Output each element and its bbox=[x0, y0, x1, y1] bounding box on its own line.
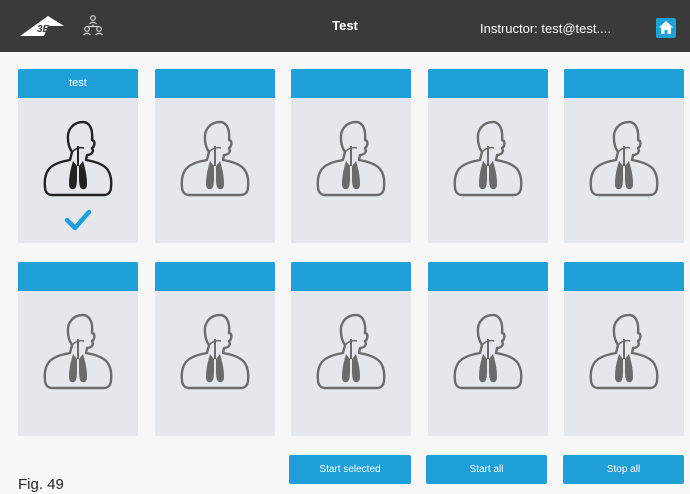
station-card[interactable] bbox=[291, 262, 411, 436]
manikin-lungs-icon bbox=[43, 120, 113, 197]
station-card[interactable] bbox=[564, 69, 684, 243]
manikin-lungs-icon bbox=[589, 313, 659, 390]
manikin-lungs-icon bbox=[180, 313, 250, 390]
station-card[interactable] bbox=[155, 69, 275, 243]
station-body bbox=[428, 291, 548, 436]
station-label bbox=[291, 262, 411, 291]
station-label bbox=[291, 69, 411, 98]
station-body bbox=[291, 291, 411, 436]
station-label bbox=[428, 262, 548, 291]
instructor-label[interactable]: Instructor: test@test.... bbox=[480, 21, 611, 36]
station-label bbox=[564, 262, 684, 291]
stop-all-button[interactable]: Stop all bbox=[563, 455, 684, 484]
checkmark-icon bbox=[64, 209, 92, 231]
station-label bbox=[564, 69, 684, 98]
station-card[interactable] bbox=[155, 262, 275, 436]
station-body bbox=[18, 291, 138, 436]
start-selected-button[interactable]: Start selected bbox=[289, 455, 411, 484]
manikin-lungs-icon bbox=[316, 313, 386, 390]
manikin-lungs-icon bbox=[453, 313, 523, 390]
figure-caption: Fig. 49 bbox=[18, 476, 64, 493]
station-card[interactable] bbox=[564, 262, 684, 436]
station-card[interactable]: test bbox=[18, 69, 138, 243]
station-body bbox=[155, 291, 275, 436]
manikin-lungs-icon bbox=[180, 120, 250, 197]
station-body bbox=[155, 98, 275, 243]
station-label bbox=[428, 69, 548, 98]
station-body bbox=[18, 98, 138, 243]
station-body bbox=[428, 98, 548, 243]
station-card[interactable] bbox=[428, 69, 548, 243]
station-label bbox=[155, 69, 275, 98]
top-bar: 3B Test Instructor: test@test.... bbox=[0, 0, 690, 52]
manikin-lungs-icon bbox=[453, 120, 523, 197]
station-body bbox=[291, 98, 411, 243]
station-body bbox=[564, 98, 684, 243]
home-icon bbox=[659, 21, 673, 34]
start-all-button[interactable]: Start all bbox=[426, 455, 547, 484]
station-label bbox=[155, 262, 275, 291]
manikin-lungs-icon bbox=[589, 120, 659, 197]
station-label: test bbox=[18, 69, 138, 98]
station-card[interactable] bbox=[18, 262, 138, 436]
home-button[interactable] bbox=[656, 18, 676, 38]
station-body bbox=[564, 291, 684, 436]
station-label bbox=[18, 262, 138, 291]
manikin-lungs-icon bbox=[316, 120, 386, 197]
station-card[interactable] bbox=[428, 262, 548, 436]
manikin-lungs-icon bbox=[43, 313, 113, 390]
station-card[interactable] bbox=[291, 69, 411, 243]
